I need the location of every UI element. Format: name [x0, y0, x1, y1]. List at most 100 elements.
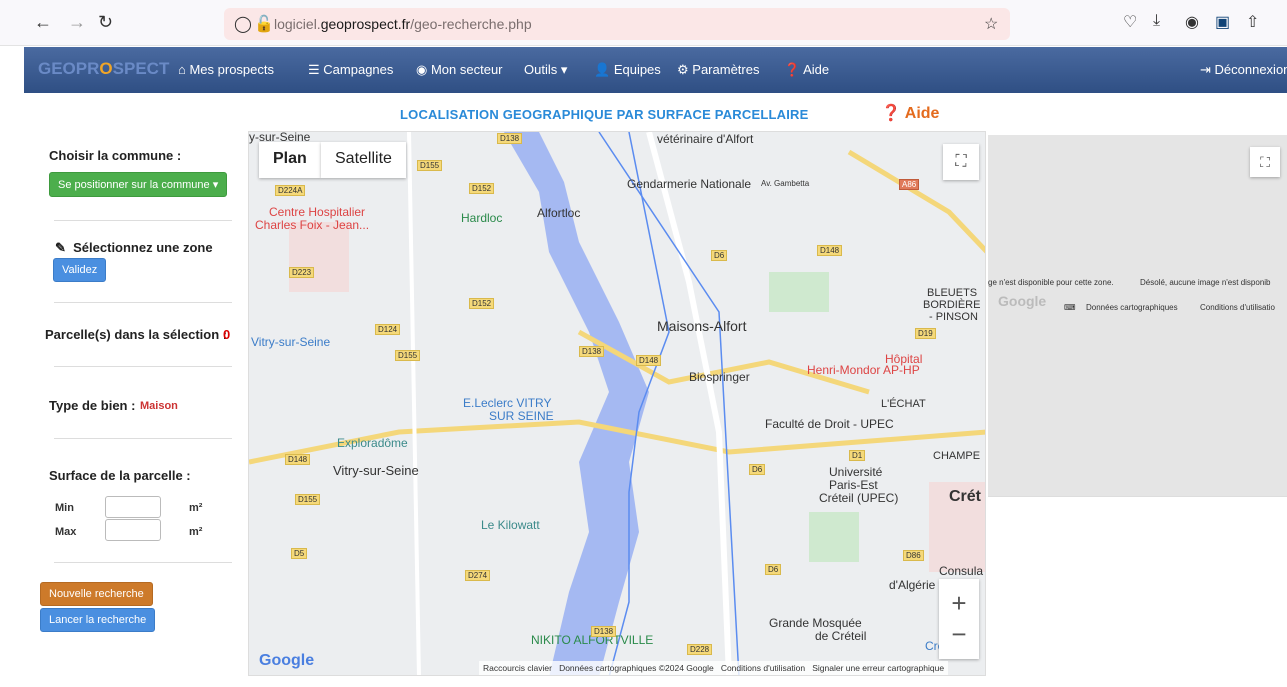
map-data-link[interactable]: Données cartographiques — [1086, 303, 1178, 312]
map-label: Grande Mosquée — [769, 616, 862, 630]
help-link[interactable]: ❓ Aide — [881, 103, 939, 123]
map-label: Alfortloc — [537, 206, 581, 220]
property-type-value[interactable]: Maison — [140, 400, 178, 412]
pocket-icon[interactable]: ♡ — [1123, 12, 1137, 32]
map-label: E.Leclerc VITRY — [463, 396, 552, 410]
map-label: Biospringer — [689, 370, 750, 384]
parcels-count: 0 — [223, 327, 231, 342]
nav-mon-secteur[interactable]: ◉ Mon secteur — [416, 62, 503, 78]
map-label: Henri-Mondor AP-HP — [807, 363, 920, 377]
road-tag: D224A — [275, 185, 306, 196]
fullscreen-icon[interactable]: ⛶ — [1250, 147, 1280, 177]
map-label: BORDIÈRE — [923, 299, 981, 311]
min-surface-input[interactable] — [105, 496, 161, 518]
road-tag: D6 — [711, 250, 728, 261]
map-view[interactable]: Plan Satellite Centre Hospitalier Charle… — [248, 131, 986, 676]
zoom-in-icon[interactable]: + — [951, 588, 966, 619]
road-tag: A86 — [899, 179, 920, 190]
logout-link[interactable]: ⇥ Déconnexion — [1200, 62, 1287, 78]
map-label: Université — [829, 465, 883, 479]
map-label: vétérinaire d'Alfort — [657, 132, 754, 146]
road-tag: D138 — [579, 346, 605, 357]
shield-icon: ◯ — [234, 16, 252, 33]
nav-parametres[interactable]: ⚙ Paramètres — [677, 62, 759, 78]
arrow-right-icon[interactable]: → — [68, 12, 86, 33]
search-sidebar: Choisir la commune : Se positionner sur … — [40, 130, 235, 687]
extension-icon[interactable]: ▣ — [1215, 12, 1230, 32]
map-label: Charles Foix - Jean... — [255, 218, 370, 232]
map-label: Centre Hospitalier — [269, 205, 366, 219]
property-type-label: Type de bien : — [49, 398, 136, 413]
road-tag: D223 — [289, 267, 315, 278]
nav-outils[interactable]: Outils ▾ — [524, 62, 567, 78]
account-icon[interactable]: ◉ — [1185, 12, 1199, 32]
map-label: CHAMPE — [933, 450, 981, 462]
nav-mes-prospects[interactable]: ⌂ Mes prospects — [178, 62, 274, 77]
map-label: Vitry-sur-Seine — [251, 335, 331, 349]
map-label: Exploradôme — [337, 436, 408, 450]
max-surface-input[interactable] — [105, 519, 161, 541]
pencil-icon: ✎ — [55, 240, 66, 255]
map-label: Hardloc — [461, 211, 503, 225]
terms-link[interactable]: Conditions d'utilisatio — [1200, 303, 1275, 312]
nav-campagnes[interactable]: ☰ Campagnes — [308, 62, 393, 78]
browser-toolbar: ← → ↻ ◯ 🔓 logiciel.geoprospect.fr/geo-re… — [0, 0, 1287, 46]
star-icon[interactable]: ☆ — [984, 14, 998, 34]
map-label: Créteil (UPEC) — [819, 491, 899, 505]
road-tag: D148 — [636, 355, 662, 366]
surface-label: Surface de la parcelle : — [49, 468, 191, 483]
map-data-link[interactable]: Données cartographiques ©2024 Google — [559, 663, 714, 673]
satellite-map-view[interactable]: ⛶ ge n'est disponible pour cette zone. D… — [988, 135, 1287, 497]
map-label: Crét — [949, 488, 982, 505]
map-label: L'ÉCHAT — [881, 398, 926, 410]
parcels-label: Parcelle(s) dans la sélection : — [45, 327, 228, 342]
divider — [54, 438, 232, 439]
arrow-left-icon[interactable]: ← — [34, 12, 52, 33]
road-tag: D5 — [291, 548, 308, 559]
map-label: de Créteil — [815, 629, 867, 643]
map-footer: Raccourcis clavier Données cartographiqu… — [479, 661, 949, 675]
commune-dropdown-button[interactable]: Se positionner sur la commune ▾ — [49, 172, 228, 197]
map-label: BLEUETS — [927, 287, 978, 299]
map-label: Maisons-Alfort — [657, 318, 747, 334]
share-icon[interactable]: ⇧ — [1246, 12, 1259, 32]
road-tag: D155 — [295, 494, 321, 505]
google-logo: Google — [998, 293, 1047, 309]
keyboard-icon[interactable]: ⌨ — [1064, 303, 1076, 312]
road-tag: D152 — [469, 183, 495, 194]
map-label: Gendarmerie Nationale — [627, 177, 752, 191]
zoom-out-icon[interactable]: − — [951, 619, 966, 650]
map-label: d'Algérie — [889, 578, 936, 592]
map-label: SUR SEINE — [489, 409, 554, 423]
divider — [54, 562, 232, 563]
nav-aide[interactable]: ❓ Aide — [784, 62, 829, 78]
road-tag: D155 — [395, 350, 421, 361]
app-logo[interactable]: GEOPROSPECT — [38, 59, 169, 79]
reload-icon[interactable]: ↻ — [98, 12, 113, 33]
validate-button[interactable]: Validez — [53, 258, 107, 282]
map-label: Vitry-sur-Seine — [333, 463, 419, 478]
road-tag: D6 — [749, 464, 766, 475]
map-tab-satellite[interactable]: Satellite — [321, 142, 406, 178]
report-error-link[interactable]: Signaler une erreur cartographique — [812, 663, 944, 673]
map-tab-plan[interactable]: Plan — [259, 142, 321, 178]
fullscreen-icon[interactable]: ⛶ — [943, 144, 979, 180]
lock-warning-icon[interactable]: 🔓 — [254, 14, 274, 34]
road-tag: D148 — [817, 245, 843, 256]
map-label: Av. Gambetta — [761, 179, 810, 188]
keyboard-shortcuts-link[interactable]: Raccourcis clavier — [483, 663, 552, 673]
road-tag: D1 — [849, 450, 866, 461]
road-tag: D148 — [285, 454, 311, 465]
download-icon[interactable]: ⤓ — [1153, 12, 1160, 30]
page-left-margin — [0, 47, 24, 687]
divider — [54, 220, 232, 221]
terms-link[interactable]: Conditions d'utilisation — [721, 663, 805, 673]
commune-label: Choisir la commune : — [49, 148, 182, 163]
launch-search-button[interactable]: Lancer la recherche — [40, 608, 156, 632]
road-tag: D6 — [765, 564, 782, 575]
nav-equipes[interactable]: 👤 Equipes — [594, 62, 661, 78]
url-bar[interactable]: ◯ 🔓 logiciel.geoprospect.fr/geo-recherch… — [224, 8, 1010, 40]
road-tag: D138 — [497, 133, 523, 144]
unit-label: m² — [189, 502, 203, 514]
new-search-button[interactable]: Nouvelle recherche — [40, 582, 153, 606]
